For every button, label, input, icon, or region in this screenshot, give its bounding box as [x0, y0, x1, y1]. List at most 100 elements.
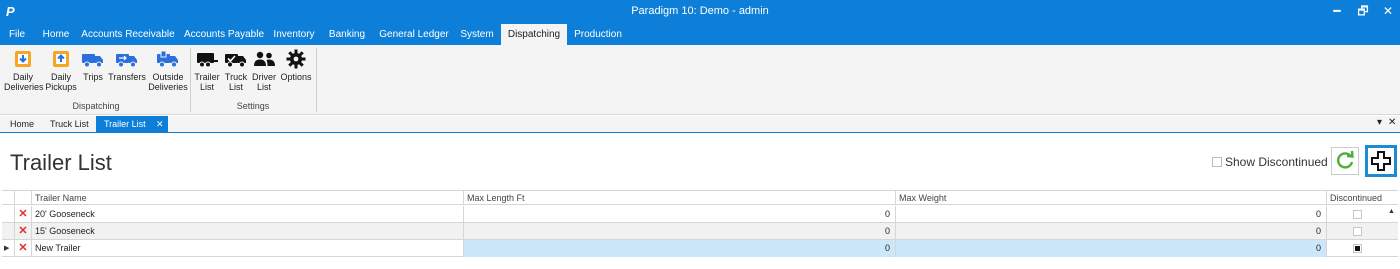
daily-deliveries-button[interactable]: Daily Deliveries [4, 49, 44, 92]
max-length-cell[interactable]: 0 [463, 206, 895, 223]
refresh-icon [1337, 150, 1354, 169]
trailer-name-cell[interactable]: 15' Gooseneck [31, 223, 463, 240]
driver-list-label-1: Driver [252, 72, 276, 82]
tab-home[interactable]: Home [2, 116, 42, 133]
ribbon: Daily Deliveries Daily Pickups Trips Tra… [0, 45, 1400, 115]
menu-bar: File Home Accounts Receivable Accounts P… [0, 24, 1400, 45]
show-discontinued-checkbox[interactable]: Show Discontinued [1212, 155, 1328, 169]
daily-pickups-label-2: Pickups [45, 82, 77, 92]
max-weight-cell[interactable]: 0 [895, 206, 1326, 223]
tab-close-icon[interactable]: ✕ [156, 116, 164, 133]
drivers-icon [254, 51, 275, 66]
menu-accounts-receivable[interactable]: Accounts Receivable [80, 24, 176, 45]
outside-deliveries-label-1: Outside [152, 72, 184, 82]
delete-row-icon[interactable]: ✕ [14, 223, 31, 240]
menu-home[interactable]: Home [38, 24, 74, 45]
current-row-indicator: ▶ [4, 245, 10, 252]
ribbon-group-divider [190, 48, 191, 112]
restore-button[interactable]: 🗗 [1352, 2, 1374, 20]
daily-deliveries-label-1: Daily [12, 72, 33, 82]
outside-deliveries-icon [157, 50, 178, 68]
close-all-tabs-icon[interactable]: ✕ [1388, 117, 1396, 128]
page-title: Trailer List [10, 150, 112, 175]
grid-header: Trailer Name Max Length Ft Max Weight Di… [2, 191, 1398, 205]
menu-general-ledger[interactable]: General Ledger [374, 24, 454, 45]
gear-icon [286, 49, 306, 69]
delete-column-header [14, 191, 31, 205]
minimize-button[interactable]: ━ [1326, 2, 1348, 20]
show-discontinued-label: Show Discontinued [1225, 155, 1328, 169]
delete-row-icon[interactable]: ✕ [14, 240, 31, 257]
tab-dropdown-icon[interactable]: ▾ [1377, 117, 1382, 128]
row-indicator-header [2, 191, 14, 205]
delete-row-icon[interactable]: ✕ [14, 206, 31, 223]
add-icon [1371, 151, 1391, 171]
table-row[interactable]: ✕ 15' Gooseneck 0 0 [2, 223, 1398, 240]
trailer-list-button[interactable]: Trailer List [193, 49, 221, 92]
menu-file[interactable]: File [4, 24, 30, 45]
trailer-list-label-1: Trailer [194, 72, 220, 82]
discontinued-cell [1326, 206, 1386, 223]
discontinued-checkbox[interactable] [1353, 210, 1362, 219]
table-row[interactable]: ▶ ✕ New Trailer 0 0 [2, 240, 1398, 257]
discontinued-checkbox[interactable] [1353, 227, 1362, 236]
transfers-button[interactable]: Transfers [108, 49, 146, 82]
title-bar: P Paradigm 10: Demo - admin ━ 🗗 ✕ [0, 0, 1400, 24]
tab-trailer-list-label: Trailer List [104, 119, 146, 129]
close-window-button[interactable]: ✕ [1377, 2, 1399, 20]
trailer-grid: Trailer Name Max Length Ft Max Weight Di… [2, 190, 1398, 269]
menu-inventory[interactable]: Inventory [268, 24, 320, 45]
trips-button[interactable]: Trips [80, 49, 106, 82]
daily-deliveries-label-2: Deliveries [4, 82, 44, 92]
max-length-cell[interactable]: 0 [463, 223, 895, 240]
tab-trailer-list[interactable]: Trailer List ✕ [96, 116, 168, 133]
menu-production[interactable]: Production [571, 24, 625, 45]
truck-list-button[interactable]: Truck List [223, 49, 249, 92]
document-tab-bar: Home Truck List Trailer List ✕ ▾ ✕ [0, 116, 1400, 133]
max-weight-cell[interactable]: 0 [895, 240, 1326, 257]
add-trailer-button[interactable] [1365, 145, 1397, 177]
trailer-name-cell[interactable]: 20' Gooseneck [31, 206, 463, 223]
truck-list-label-1: Truck [224, 72, 248, 82]
outside-deliveries-label-2: Deliveries [148, 82, 188, 92]
column-header-discontinued[interactable]: Discontinued [1326, 191, 1386, 205]
menu-banking[interactable]: Banking [325, 24, 369, 45]
discontinued-checkbox[interactable] [1353, 244, 1362, 253]
menu-accounts-payable[interactable]: Accounts Payable [181, 24, 267, 45]
daily-pickups-button[interactable]: Daily Pickups [44, 49, 78, 92]
truck-list-icon [225, 54, 246, 68]
truck-icon [82, 54, 103, 68]
window-title: Paradigm 10: Demo - admin [631, 5, 769, 17]
refresh-button[interactable] [1331, 147, 1359, 175]
transfers-label: Transfers [108, 72, 146, 82]
daily-deliveries-icon [15, 51, 31, 67]
trailer-list-label-2: List [199, 82, 214, 92]
discontinued-cell [1326, 223, 1386, 240]
menu-system[interactable]: System [458, 24, 496, 45]
settings-group-label: Settings [236, 101, 270, 111]
max-weight-cell[interactable]: 0 [895, 223, 1326, 240]
trailer-name-cell[interactable]: New Trailer [31, 240, 463, 257]
tab-truck-list[interactable]: Truck List [42, 116, 97, 133]
show-discontinued-box[interactable] [1212, 157, 1222, 167]
scroll-up-icon[interactable]: ▲ [1388, 208, 1395, 215]
transfer-truck-icon [116, 54, 137, 68]
outside-deliveries-button[interactable]: Outside Deliveries [148, 49, 188, 92]
options-button[interactable]: Options [279, 49, 313, 82]
daily-pickups-label-1: Daily [50, 72, 71, 82]
driver-list-label-2: List [256, 82, 271, 92]
max-length-cell[interactable]: 0 [463, 240, 895, 257]
driver-list-button[interactable]: Driver List [251, 49, 277, 92]
column-header-trailer-name[interactable]: Trailer Name [31, 191, 463, 205]
trailer-icon [197, 53, 218, 68]
column-header-max-weight[interactable]: Max Weight [895, 191, 1326, 205]
daily-pickups-icon [53, 51, 69, 67]
options-label: Options [280, 72, 312, 82]
table-row[interactable]: ✕ 20' Gooseneck 0 0 [2, 206, 1398, 223]
trips-label: Trips [83, 72, 103, 82]
menu-dispatching[interactable]: Dispatching [501, 24, 567, 45]
ribbon-group-divider [316, 48, 317, 112]
discontinued-cell [1326, 240, 1386, 257]
column-header-max-length[interactable]: Max Length Ft [463, 191, 895, 205]
truck-list-label-2: List [228, 82, 243, 92]
